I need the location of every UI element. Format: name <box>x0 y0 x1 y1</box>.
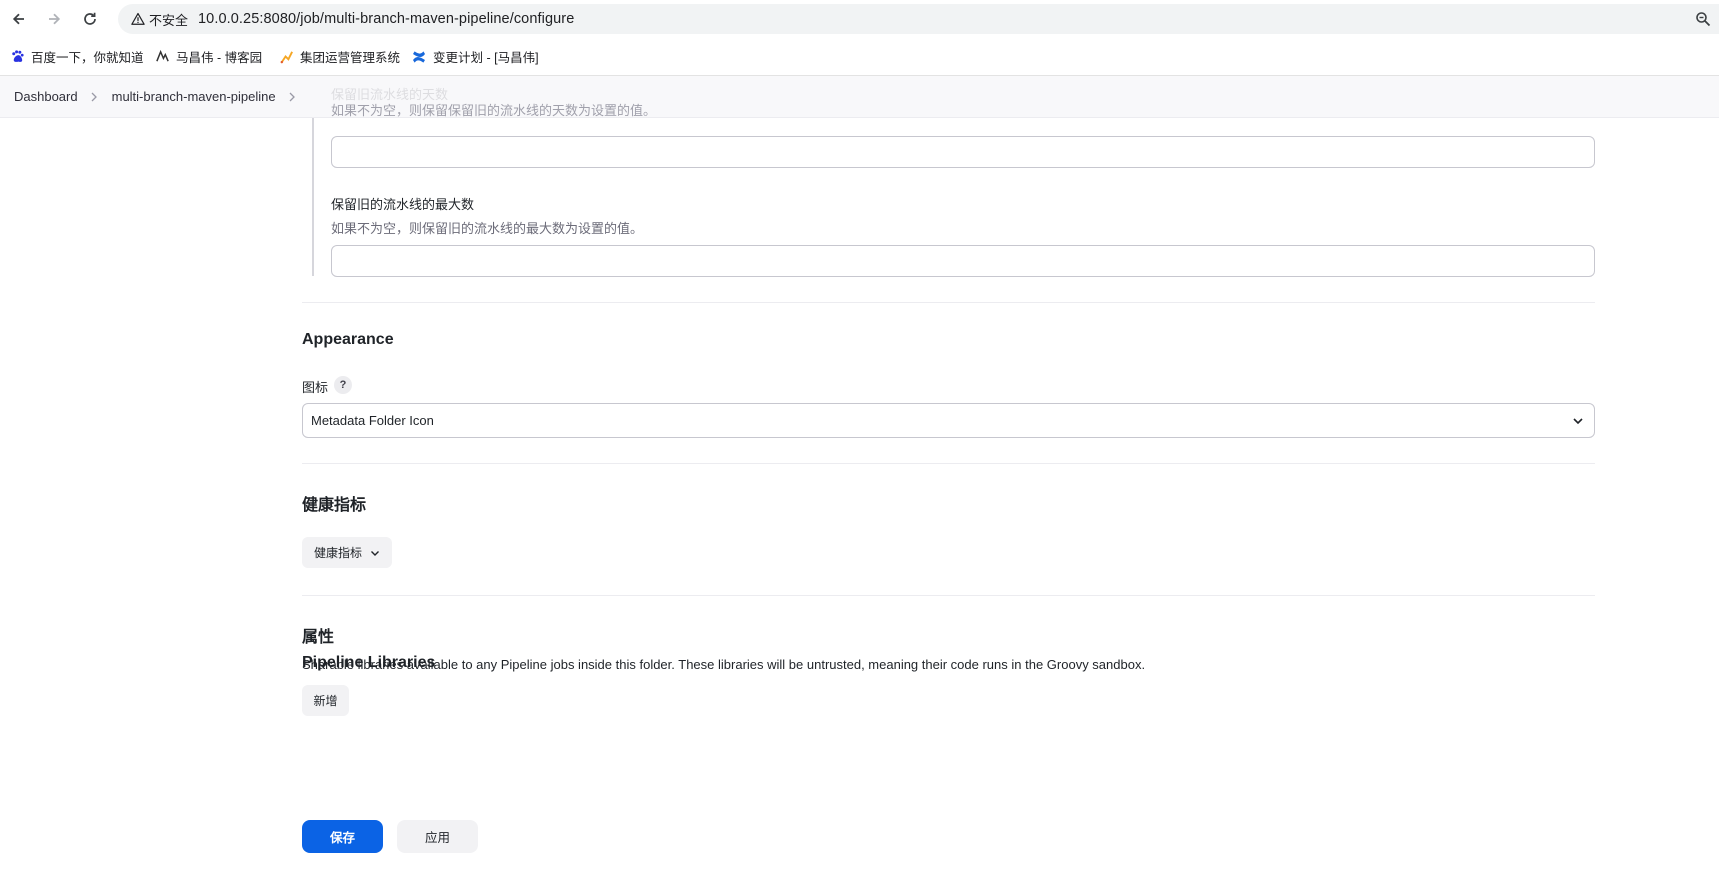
zoom-icon[interactable] <box>1695 11 1711 27</box>
bookmark-label: 变更计划 - [马昌伟] <box>433 51 539 65</box>
bookmark-baidu[interactable]: 百度一下，你就知道 <box>9 47 144 66</box>
apply-button[interactable]: 应用 <box>397 820 478 853</box>
bookmark-change-plan[interactable]: 变更计划 - [马昌伟] <box>411 47 539 66</box>
save-button[interactable]: 保存 <box>302 820 383 853</box>
icon-select[interactable]: Metadata Folder Icon <box>302 403 1595 438</box>
breadcrumb: Dashboard multi-branch-maven-pipeline <box>14 89 310 104</box>
bookmark-label: 百度一下，你就知道 <box>31 51 144 65</box>
security-label: 不安全 <box>149 12 189 28</box>
add-library-button[interactable]: 新增 <box>302 685 349 716</box>
confluence-icon <box>411 49 427 65</box>
days-to-keep-input[interactable] <box>331 136 1595 168</box>
address-bar[interactable]: 不安全 10.0.0.25:8080/job/multi-branch-mave… <box>118 4 1719 34</box>
bookmark-ops-system[interactable]: 集团运营管理系统 <box>278 47 400 66</box>
back-button[interactable] <box>7 7 31 31</box>
chevron-right-icon[interactable] <box>288 92 296 102</box>
url-text[interactable]: 10.0.0.25:8080/job/multi-branch-maven-pi… <box>198 11 574 27</box>
appearance-section-title: Appearance <box>302 331 394 348</box>
bookmark-label: 集团运营管理系统 <box>300 51 401 65</box>
breadcrumb-bar: 保留旧流水线的天数 Dashboard multi-branch-maven-p… <box>0 76 1719 118</box>
icon-field-label: 图标 <box>302 380 329 395</box>
baidu-paw-icon <box>9 49 25 65</box>
max-to-keep-label: 保留旧的流水线的最大数 <box>331 197 475 212</box>
icon-select-value: Metadata Folder Icon <box>311 413 434 428</box>
browser-toolbar: 不安全 10.0.0.25:8080/job/multi-branch-mave… <box>0 0 1719 38</box>
days-to-keep-hint: 如果不为空，则保留保留旧的流水线的天数为设置的值。 <box>331 103 657 118</box>
help-icon[interactable]: ? <box>334 376 352 394</box>
cnblogs-icon <box>154 49 170 65</box>
warning-triangle-icon <box>131 12 145 25</box>
health-metrics-dropdown[interactable]: 健康指标 <box>302 537 393 568</box>
chevron-down-icon <box>371 550 380 556</box>
security-indicator[interactable]: 不安全 <box>125 9 194 29</box>
arrow-right-icon <box>49 13 61 25</box>
pipeline-libraries-description: Sharable libraries available to any Pipe… <box>302 657 1146 672</box>
config-content: 如果不为空，则保留保留旧的流水线的天数为设置的值。 保留旧的流水线的最大数 如果… <box>0 103 1719 881</box>
chevron-down-icon <box>1573 418 1583 425</box>
properties-section-title: 属性 <box>302 629 335 646</box>
section-divider <box>302 302 1595 303</box>
forward-button[interactable] <box>42 7 66 31</box>
arrow-left-icon <box>12 13 24 25</box>
section-divider <box>302 595 1595 596</box>
bookmark-cnblogs[interactable]: 马昌伟 - 博客园 <box>154 47 262 66</box>
max-to-keep-input[interactable] <box>331 245 1595 277</box>
jenkins-like-icon <box>278 49 294 65</box>
health-metrics-label: 健康指标 <box>314 546 363 560</box>
breadcrumb-dashboard[interactable]: Dashboard <box>14 89 78 104</box>
section-divider <box>302 463 1595 464</box>
health-section-title: 健康指标 <box>302 497 367 514</box>
chevron-right-icon <box>91 92 97 101</box>
reload-icon <box>84 12 96 25</box>
breadcrumb-job[interactable]: multi-branch-maven-pipeline <box>112 89 276 104</box>
bookmark-label: 马昌伟 - 博客园 <box>176 51 263 65</box>
max-to-keep-hint: 如果不为空，则保留旧的流水线的最大数为设置的值。 <box>331 221 644 236</box>
reload-button[interactable] <box>78 7 102 31</box>
bookmarks-bar: 百度一下，你就知道 马昌伟 - 博客园 集团运营管理系统 变更计划 - [马昌伟… <box>0 38 1719 76</box>
nested-section-indicator <box>312 118 314 276</box>
